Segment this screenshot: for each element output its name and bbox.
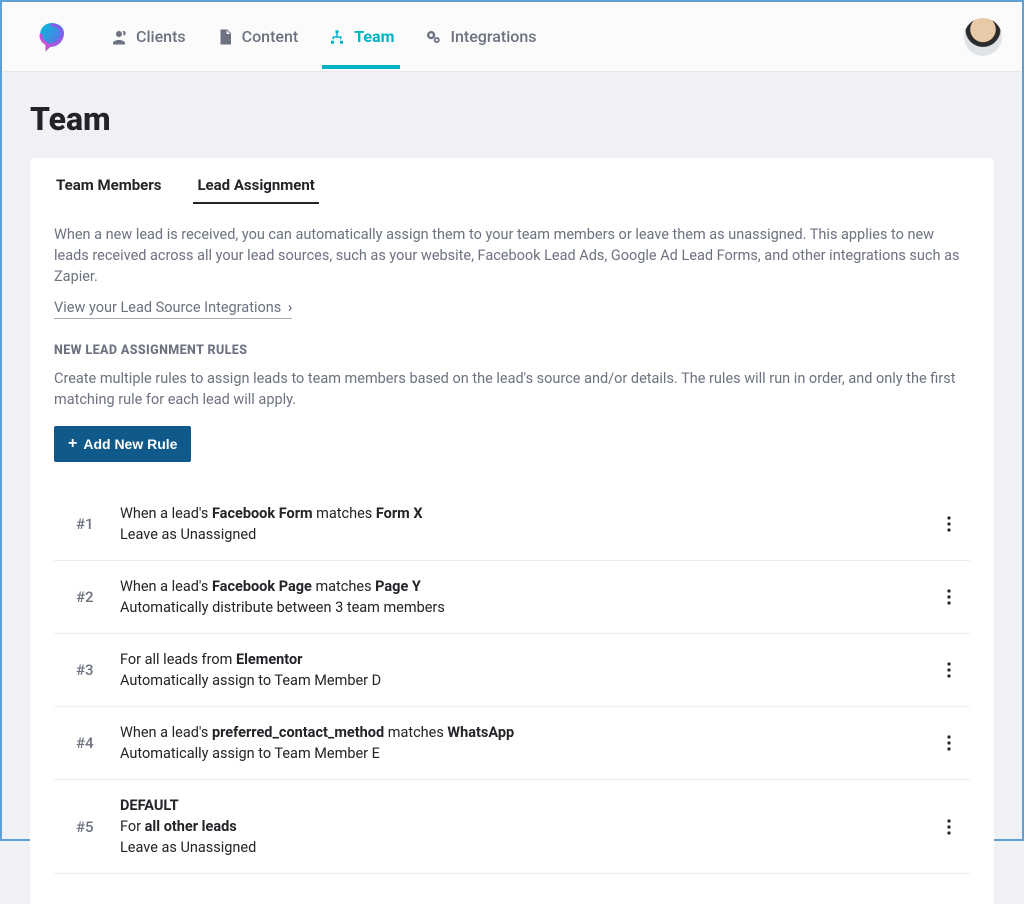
page-body: Team Team Members Lead Assignment When a…	[2, 72, 1022, 904]
sitemap-icon	[328, 28, 346, 46]
nav-integrations-label: Integrations	[450, 27, 536, 46]
rule-row: #5 DEFAULT For all other leads Leave as …	[54, 780, 970, 874]
rule-menu-button[interactable]	[934, 728, 964, 758]
kebab-icon	[947, 735, 951, 751]
rule-row: #2 When a lead's Facebook Page matches P…	[54, 561, 970, 634]
nav-content[interactable]: Content	[216, 5, 299, 68]
rule-number: #4	[76, 734, 120, 752]
tab-bar: Team Members Lead Assignment	[30, 158, 994, 212]
rule-number: #1	[76, 515, 120, 533]
users-icon	[110, 28, 128, 46]
gears-icon	[424, 28, 442, 46]
rule-menu-button[interactable]	[934, 812, 964, 842]
rule-description: For all leads from Elementor Automatical…	[120, 649, 934, 691]
rule-row: #3 For all leads from Elementor Automati…	[54, 634, 970, 707]
nav-clients[interactable]: Clients	[110, 5, 186, 68]
lead-source-integrations-link[interactable]: View your Lead Source Integrations ›	[54, 299, 292, 319]
main-nav: Clients Content Team Integrations	[110, 5, 964, 68]
document-icon	[216, 28, 234, 46]
kebab-icon	[947, 516, 951, 532]
app-header: Clients Content Team Integrations	[2, 2, 1022, 72]
rules-list: #1 When a lead's Facebook Form matches F…	[54, 488, 970, 874]
rule-menu-button[interactable]	[934, 655, 964, 685]
add-new-rule-button[interactable]: + Add New Rule	[54, 426, 191, 462]
nav-content-label: Content	[242, 27, 299, 46]
tab-content: When a new lead is received, you can aut…	[30, 212, 994, 904]
add-new-rule-label: Add New Rule	[83, 436, 177, 452]
rule-row: #4 When a lead's preferred_contact_metho…	[54, 707, 970, 780]
kebab-icon	[947, 662, 951, 678]
rule-description: When a lead's Facebook Form matches Form…	[120, 503, 934, 545]
rule-number: #3	[76, 661, 120, 679]
nav-integrations[interactable]: Integrations	[424, 5, 536, 68]
chevron-right-icon: ›	[284, 299, 292, 316]
rules-description: Create multiple rules to assign leads to…	[54, 368, 970, 410]
rules-heading: NEW LEAD ASSIGNMENT RULES	[54, 343, 970, 358]
nav-clients-label: Clients	[136, 27, 186, 46]
rule-number: #5	[76, 818, 120, 836]
rule-number: #2	[76, 588, 120, 606]
rule-row: #1 When a lead's Facebook Form matches F…	[54, 488, 970, 561]
rule-menu-button[interactable]	[934, 582, 964, 612]
kebab-icon	[947, 589, 951, 605]
page-title: Team	[30, 100, 994, 138]
team-panel: Team Members Lead Assignment When a new …	[30, 158, 994, 904]
lead-source-integrations-label: View your Lead Source Integrations	[54, 299, 281, 316]
nav-team[interactable]: Team	[328, 5, 394, 68]
intro-text: When a new lead is received, you can aut…	[54, 224, 970, 287]
nav-team-label: Team	[354, 27, 394, 46]
user-avatar[interactable]	[964, 18, 1002, 56]
rule-menu-button[interactable]	[934, 509, 964, 539]
rule-description: When a lead's Facebook Page matches Page…	[120, 576, 934, 618]
rule-description: DEFAULT For all other leads Leave as Una…	[120, 795, 934, 858]
app-logo	[34, 19, 70, 55]
rule-description: When a lead's preferred_contact_method m…	[120, 722, 934, 764]
plus-icon: +	[68, 436, 77, 452]
tab-lead-assignment[interactable]: Lead Assignment	[193, 158, 318, 212]
kebab-icon	[947, 819, 951, 835]
tab-team-members[interactable]: Team Members	[52, 158, 165, 212]
